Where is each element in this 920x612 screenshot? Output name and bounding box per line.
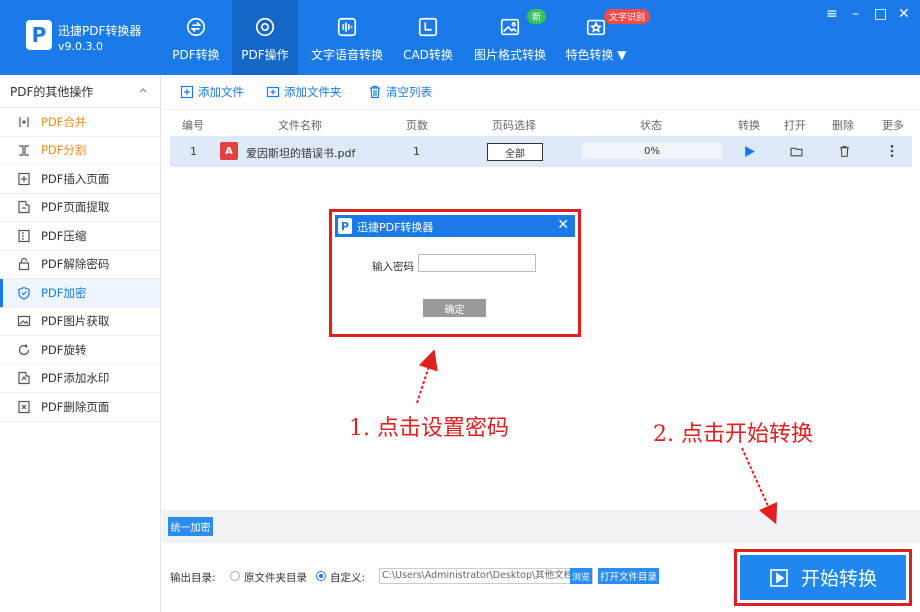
new-badge: 新 <box>527 9 547 24</box>
maximize-icon[interactable]: □ <box>874 6 887 22</box>
extract-page-icon <box>18 201 30 214</box>
sidebar-item-rotate[interactable]: PDF旋转 <box>0 336 160 365</box>
add-file-icon <box>180 85 194 99</box>
chevron-up-icon <box>139 88 147 93</box>
annotation-step1: 1. 点击设置密码 <box>349 416 509 441</box>
row-pages: 1 <box>413 145 420 158</box>
radio-custom-dir[interactable] <box>316 571 326 581</box>
insert-page-icon <box>18 172 30 185</box>
radio-original-label: 原文件夹目录 <box>244 572 307 584</box>
pdf-file-icon: A <box>220 142 238 160</box>
app-version: v9.0.3.0 <box>58 40 103 53</box>
browse-button[interactable]: 浏览 <box>570 568 592 584</box>
col-page-select: 页码选择 <box>492 119 536 132</box>
sidebar-item-compress[interactable]: PDF压缩 <box>0 222 160 251</box>
row-filename: 爱因斯坦的错误书.pdf <box>246 147 356 160</box>
sidebar: PDF的其他操作 PDF合并 PDF分割 PDF插入页面 PDF页面提取 PDF… <box>0 75 161 612</box>
sidebar-item-encrypt[interactable]: PDF加密 <box>0 279 160 308</box>
sidebar-item-split[interactable]: PDF分割 <box>0 137 160 165</box>
tab-pdf-convert[interactable]: PDF转换 <box>160 0 232 75</box>
sidebar-item-delete-page[interactable]: PDF删除页面 <box>0 393 160 422</box>
table-row[interactable]: 1 A 爱因斯坦的错误书.pdf 1 全部 0% <box>170 136 912 167</box>
col-index: 编号 <box>182 119 204 132</box>
dialog-title: 迅捷PDF转换器 <box>357 221 434 234</box>
bottom-strip <box>162 510 920 543</box>
app-name: 迅捷PDF转换器 <box>58 24 142 38</box>
output-path-input[interactable]: C:\Users\Administrator\Desktop\其他文档 <box>379 568 593 584</box>
more-icon[interactable] <box>889 144 895 158</box>
add-file-button[interactable]: 添加文件 <box>180 84 244 100</box>
password-dialog: P 迅捷PDF转换器 ✕ 输入密码 确定 <box>329 209 581 337</box>
status-progress: 0% <box>582 143 722 159</box>
sidebar-item-unlock[interactable]: PDF解除密码 <box>0 251 160 279</box>
col-pages: 页数 <box>406 119 428 132</box>
title-bar: P 迅捷PDF转换器 v9.0.3.0 PDF转换 PDF操作 文字语音转换 C… <box>0 0 920 75</box>
dialog-title-bar: P 迅捷PDF转换器 ✕ <box>335 215 575 237</box>
folder-icon[interactable] <box>790 145 803 158</box>
dialog-logo: P <box>338 218 352 234</box>
close-icon[interactable]: ✕ <box>898 6 910 22</box>
table-header: 编号 文件名称 页数 页码选择 状态 转换 打开 删除 更多 <box>162 114 920 134</box>
pdf-convert-icon <box>186 17 206 37</box>
trash-icon[interactable] <box>838 145 851 158</box>
cad-icon <box>418 17 438 37</box>
unify-encrypt-button[interactable]: 统一加密 <box>168 517 213 536</box>
menu-icon[interactable]: ≡ <box>826 6 838 22</box>
output-dir-label: 输出目录: <box>170 572 216 584</box>
delete-page-icon <box>18 400 30 413</box>
sidebar-header[interactable]: PDF的其他操作 <box>0 75 160 108</box>
col-more: 更多 <box>882 119 904 132</box>
sidebar-item-merge[interactable]: PDF合并 <box>0 108 160 137</box>
sidebar-item-watermark[interactable]: PDF添加水印 <box>0 365 160 393</box>
row-index: 1 <box>190 145 197 158</box>
add-folder-button[interactable]: 添加文件夹 <box>266 84 342 100</box>
sidebar-item-insert-page[interactable]: PDF插入页面 <box>0 165 160 194</box>
compress-icon <box>18 229 30 242</box>
open-directory-button[interactable]: 打开文件目录 <box>598 568 659 584</box>
minimize-icon[interactable]: – <box>852 6 859 22</box>
password-input[interactable] <box>418 254 536 272</box>
col-open: 打开 <box>784 119 806 132</box>
merge-icon <box>19 116 29 127</box>
ocr-badge: 文字识别 <box>604 9 651 24</box>
col-convert: 转换 <box>738 119 760 132</box>
col-delete: 删除 <box>832 119 854 132</box>
confirm-button[interactable]: 确定 <box>423 299 486 317</box>
radio-original-dir[interactable] <box>230 571 240 581</box>
rotate-icon <box>18 344 30 355</box>
col-status: 状态 <box>640 119 662 132</box>
sidebar-item-image-extract[interactable]: PDF图片获取 <box>0 308 160 336</box>
split-icon <box>19 145 29 156</box>
page-select-button[interactable]: 全部 <box>487 143 543 161</box>
play-box-icon <box>770 568 788 587</box>
start-highlight-frame: 开始转换 <box>734 549 912 606</box>
play-icon[interactable] <box>743 145 756 158</box>
unlock-icon <box>18 258 30 271</box>
tab-pdf-operation[interactable]: PDF操作 <box>232 0 298 75</box>
add-folder-icon <box>266 86 280 98</box>
image-icon <box>500 18 520 36</box>
gear-icon <box>255 17 275 37</box>
col-filename: 文件名称 <box>278 119 322 132</box>
picture-icon <box>17 316 31 327</box>
radio-custom-label: 自定义: <box>330 572 366 584</box>
trash-icon <box>370 85 380 99</box>
shield-icon <box>18 286 30 300</box>
clear-list-button[interactable]: 清空列表 <box>368 84 432 100</box>
tab-text-speech[interactable]: 文字语音转换 <box>308 0 386 75</box>
start-convert-button[interactable]: 开始转换 <box>740 555 906 600</box>
file-toolbar: 添加文件 添加文件夹 清空列表 <box>162 75 920 110</box>
app-logo: P <box>26 20 52 50</box>
annotation-step2: 2. 点击开始转换 <box>653 422 813 447</box>
dialog-close-icon[interactable]: ✕ <box>557 217 569 233</box>
watermark-icon <box>18 372 30 385</box>
password-label: 输入密码 <box>372 261 414 273</box>
audio-wave-icon <box>337 17 357 37</box>
sidebar-item-extract-page[interactable]: PDF页面提取 <box>0 194 160 222</box>
tab-cad-convert[interactable]: CAD转换 <box>396 0 460 75</box>
